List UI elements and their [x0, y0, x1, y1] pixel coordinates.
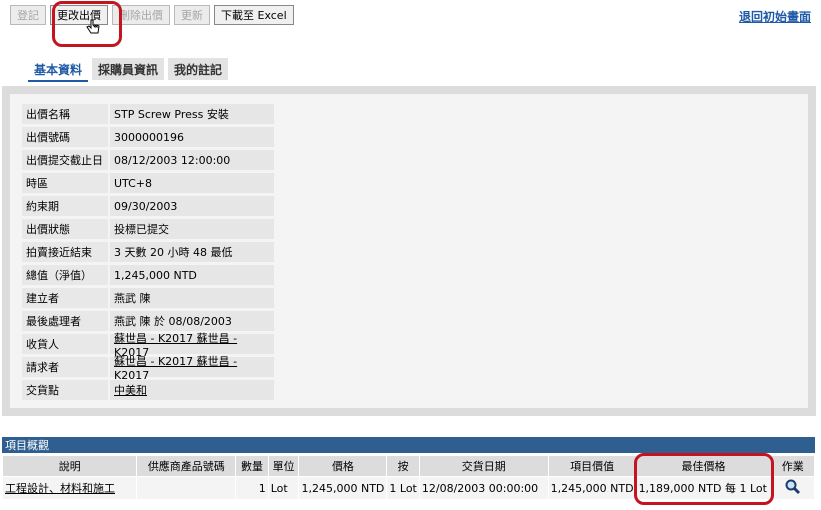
col-header-unit: 單位 — [267, 455, 300, 477]
detail-value: 1,245,000 NTD — [110, 265, 274, 285]
detail-row: 約束期 09/30/2003 — [22, 196, 274, 216]
detail-label: 出價名稱 — [22, 104, 108, 124]
col-header-action: 作業 — [770, 455, 816, 477]
update-button[interactable]: 更新 — [174, 5, 210, 25]
delivery-point-link[interactable]: 中美和 — [110, 380, 274, 400]
col-header-value: 項目價值 — [547, 455, 637, 477]
magnifier-icon[interactable] — [784, 478, 802, 496]
tab-my-notes[interactable]: 我的註記 — [168, 58, 229, 80]
detail-value: 投標已提交 — [110, 219, 274, 239]
item-supplier-no — [136, 476, 237, 500]
col-header-desc: 說明 — [1, 455, 138, 477]
detail-row: 最後處理者 燕武 陳 於 08/08/2003 — [22, 311, 274, 331]
col-header-qty: 數量 — [235, 455, 269, 477]
item-unit: Lot — [267, 476, 300, 500]
detail-label: 收貨人 — [22, 334, 108, 354]
col-header-price: 價格 — [298, 455, 388, 477]
detail-value: 燕武 陳 於 08/08/2003 — [110, 311, 274, 331]
item-value: 1,245,000 NTD — [547, 476, 637, 500]
requester-link[interactable]: 蘇世昌 - K2017 蘇世昌 - K2017 — [110, 355, 274, 382]
detail-value: STP Screw Press 安裝 — [110, 104, 274, 124]
download-excel-button[interactable]: 下載至 Excel — [214, 5, 294, 25]
detail-row: 時區 UTC+8 — [22, 173, 274, 193]
item-price: 1,245,000 NTD — [298, 476, 388, 500]
detail-row: 交貨點 中美和 — [22, 380, 274, 400]
detail-label: 請求者 — [22, 357, 108, 377]
detail-label: 總值（淨值） — [22, 265, 108, 285]
detail-value: 燕武 陳 — [110, 288, 274, 308]
detail-row: 出價號碼 3000000196 — [22, 127, 274, 147]
detail-label: 出價號碼 — [22, 127, 108, 147]
col-header-date: 交貨日期 — [418, 455, 549, 477]
item-per: 1 Lot — [386, 476, 420, 500]
detail-value: 09/30/2003 — [110, 196, 274, 216]
tab-buyer-info[interactable]: 採購員資訊 — [92, 58, 165, 80]
items-overview-header: 項目概觀 — [2, 437, 815, 453]
detail-label: 約束期 — [22, 196, 108, 216]
col-header-supplier-no: 供應商產品號碼 — [136, 455, 237, 477]
detail-row: 出價名稱 STP Screw Press 安裝 — [22, 104, 274, 124]
item-qty: 1 — [235, 476, 269, 500]
detail-label: 出價狀態 — [22, 219, 108, 239]
detail-label: 建立者 — [22, 288, 108, 308]
detail-row: 總值（淨值） 1,245,000 NTD — [22, 265, 274, 285]
detail-row: 出價狀態 投標已提交 — [22, 219, 274, 239]
register-button[interactable]: 登記 — [10, 5, 46, 25]
detail-label: 拍賣接近結束 — [22, 242, 108, 262]
detail-row: 請求者 蘇世昌 - K2017 蘇世昌 - K2017 — [22, 355, 274, 382]
tab-basic-info[interactable]: 基本資料 — [28, 58, 89, 82]
highlight-circle-best-price — [634, 453, 774, 505]
detail-label: 交貨點 — [22, 380, 108, 400]
detail-value: 3000000196 — [110, 127, 274, 147]
consignee-link[interactable]: 蘇世昌 - K2017 蘇世昌 - K2017 — [110, 332, 274, 359]
detail-value: 08/12/2003 12:00:00 — [110, 150, 274, 170]
item-date: 12/08/2003 00:00:00 — [418, 476, 549, 500]
tab-bar: 基本資料 採購員資訊 我的註記 — [28, 58, 229, 82]
detail-value: UTC+8 — [110, 173, 274, 193]
back-to-initial-link[interactable]: 退回初始畫面 — [739, 8, 811, 25]
details-inner: 出價名稱 STP Screw Press 安裝 出價號碼 3000000196 出價… — [10, 94, 808, 408]
details-panel: 出價名稱 STP Screw Press 安裝 出價號碼 3000000196 出價… — [2, 86, 816, 416]
detail-label: 時區 — [22, 173, 108, 193]
detail-label: 出價提交截止日 — [22, 150, 108, 170]
detail-row: 收貨人 蘇世昌 - K2017 蘇世昌 - K2017 — [22, 332, 274, 359]
detail-row: 建立者 燕武 陳 — [22, 288, 274, 308]
detail-row: 出價提交截止日 08/12/2003 12:00:00 — [22, 150, 274, 170]
col-header-per: 按 — [386, 455, 420, 477]
detail-label: 最後處理者 — [22, 311, 108, 331]
detail-value: 3 天數 20 小時 48 最低 — [110, 242, 274, 262]
hand-cursor-icon — [86, 18, 102, 41]
detail-row: 拍賣接近結束 3 天數 20 小時 48 最低 — [22, 242, 274, 262]
item-action-cell — [770, 476, 816, 500]
item-desc-link[interactable]: 工程設計、材料和施工 — [1, 476, 138, 500]
